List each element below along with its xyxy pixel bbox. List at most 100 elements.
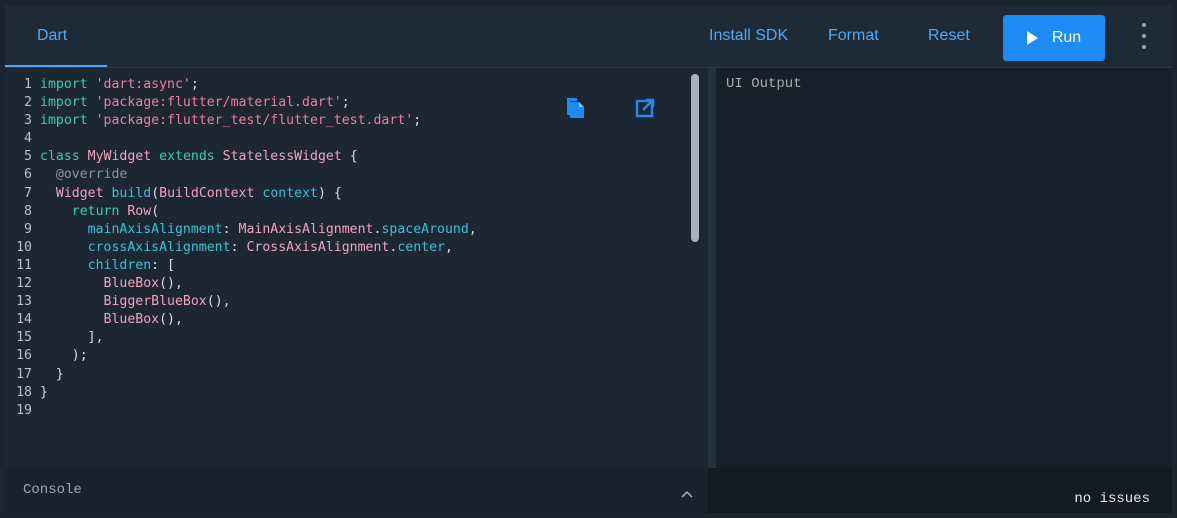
code-token: :	[230, 239, 247, 255]
code-editor[interactable]: 1 import 'dart:async'; 2 import 'package:fl…	[5, 68, 708, 468]
code-token: return	[71, 203, 120, 219]
line-number: 2	[24, 95, 32, 111]
code-token: 'dart:async'	[95, 77, 191, 92]
code-token: (),	[206, 294, 231, 310]
copy-icon[interactable]	[567, 98, 587, 125]
editor-toolbar	[567, 98, 655, 125]
run-button-label: Run	[1051, 29, 1082, 46]
open-external-icon[interactable]	[635, 98, 655, 125]
ui-output-label: UI Output	[726, 76, 802, 92]
line-number: 18	[16, 384, 32, 400]
code-token: MainAxisAlignment	[238, 221, 374, 237]
code-token: (	[151, 185, 160, 201]
code-token: build	[111, 185, 152, 201]
code-token: :	[222, 221, 239, 237]
code-token: ;	[341, 95, 350, 111]
code-token: StatelessWidget	[222, 149, 342, 165]
code-token: MyWidget	[87, 149, 152, 165]
code-token: Widget	[55, 185, 104, 201]
code-line: 17 }	[5, 366, 477, 384]
code-token: ;	[413, 113, 422, 129]
code-token: 'package:flutter/material.dart'	[95, 95, 342, 111]
line-number: 13	[16, 294, 32, 310]
line-number: 5	[24, 149, 32, 165]
code-token: (),	[159, 276, 183, 292]
code-token: import	[40, 95, 88, 111]
tab-dart[interactable]: Dart	[5, 5, 105, 67]
code-token: ,	[468, 221, 477, 237]
line-number: 7	[24, 185, 32, 201]
code-token: );	[40, 348, 88, 364]
line-number: 3	[24, 113, 32, 129]
code-token: class	[40, 149, 80, 165]
code-line: 11 children: [	[5, 257, 477, 275]
code-token: BlueBox	[103, 312, 160, 328]
code-line: 7 Widget build(BuildContext context) {	[5, 185, 477, 203]
console-label: Console	[23, 482, 82, 498]
code-line: 5 class MyWidget extends StatelessWidget …	[5, 148, 477, 166]
code-line: 10 crossAxisAlignment: CrossAxisAlignmen…	[5, 239, 477, 257]
run-button[interactable]: Run	[1003, 15, 1105, 61]
code-token: extends	[159, 149, 215, 165]
code-line: 8 return Row(	[5, 203, 477, 221]
install-sdk-button[interactable]: Install SDK	[709, 5, 788, 67]
line-number: 19	[16, 402, 32, 418]
line-number: 15	[16, 330, 32, 346]
line-number: 1	[24, 77, 32, 92]
line-number: 16	[16, 348, 32, 364]
code-line: 4	[5, 130, 477, 148]
code-line: 1 import 'dart:async';	[5, 76, 477, 94]
editor-scrollbar[interactable]	[691, 74, 699, 242]
code-token: 'package:flutter_test/flutter_test.dart'	[95, 113, 414, 129]
code-line: 18}	[5, 384, 477, 402]
code-token: ;	[190, 77, 199, 92]
code-token: import	[40, 77, 88, 92]
line-number: 12	[16, 276, 32, 292]
code-token: import	[40, 113, 88, 129]
reset-button[interactable]: Reset	[928, 5, 970, 67]
top-bar: Dart Install SDK Format Reset Run	[5, 5, 1172, 68]
code-token: }	[40, 384, 48, 400]
more-vert-icon[interactable]	[1137, 23, 1151, 49]
code-line: 14 BlueBox(),	[5, 311, 477, 329]
code-token: (	[151, 203, 160, 219]
chevron-up-icon[interactable]	[681, 485, 693, 501]
code-token: ,	[444, 239, 453, 255]
code-token: }	[40, 366, 64, 382]
code-token: crossAxisAlignment	[87, 239, 231, 255]
code-token: (),	[159, 312, 183, 328]
code-line: 12 BlueBox(),	[5, 275, 477, 293]
line-number: 6	[24, 167, 32, 183]
line-number: 8	[24, 203, 32, 219]
code-token: {	[341, 149, 358, 165]
split-divider[interactable]	[708, 68, 716, 468]
code-token: center	[397, 239, 445, 255]
console-panel[interactable]: Console	[5, 468, 708, 513]
code-line: 9 mainAxisAlignment: MainAxisAlignment.s…	[5, 221, 477, 239]
code-token: spaceAround	[381, 221, 469, 237]
analysis-status: no issues	[1074, 491, 1150, 507]
code-line: 2 import 'package:flutter/material.dart';	[5, 94, 477, 112]
code-token: BuildContext	[159, 185, 255, 201]
code-token: children	[87, 257, 152, 273]
ui-output-panel: UI Output	[716, 68, 1172, 468]
code-token: CrossAxisAlignment	[246, 239, 390, 255]
format-button[interactable]: Format	[828, 5, 879, 67]
code-token: BiggerBlueBox	[103, 294, 207, 310]
line-number: 11	[16, 257, 32, 273]
code-token: : [	[151, 257, 175, 273]
code-token: context	[262, 185, 318, 201]
dartpad-window: Dart Install SDK Format Reset Run 1 impor…	[5, 5, 1172, 513]
code-token: mainAxisAlignment	[87, 221, 223, 237]
